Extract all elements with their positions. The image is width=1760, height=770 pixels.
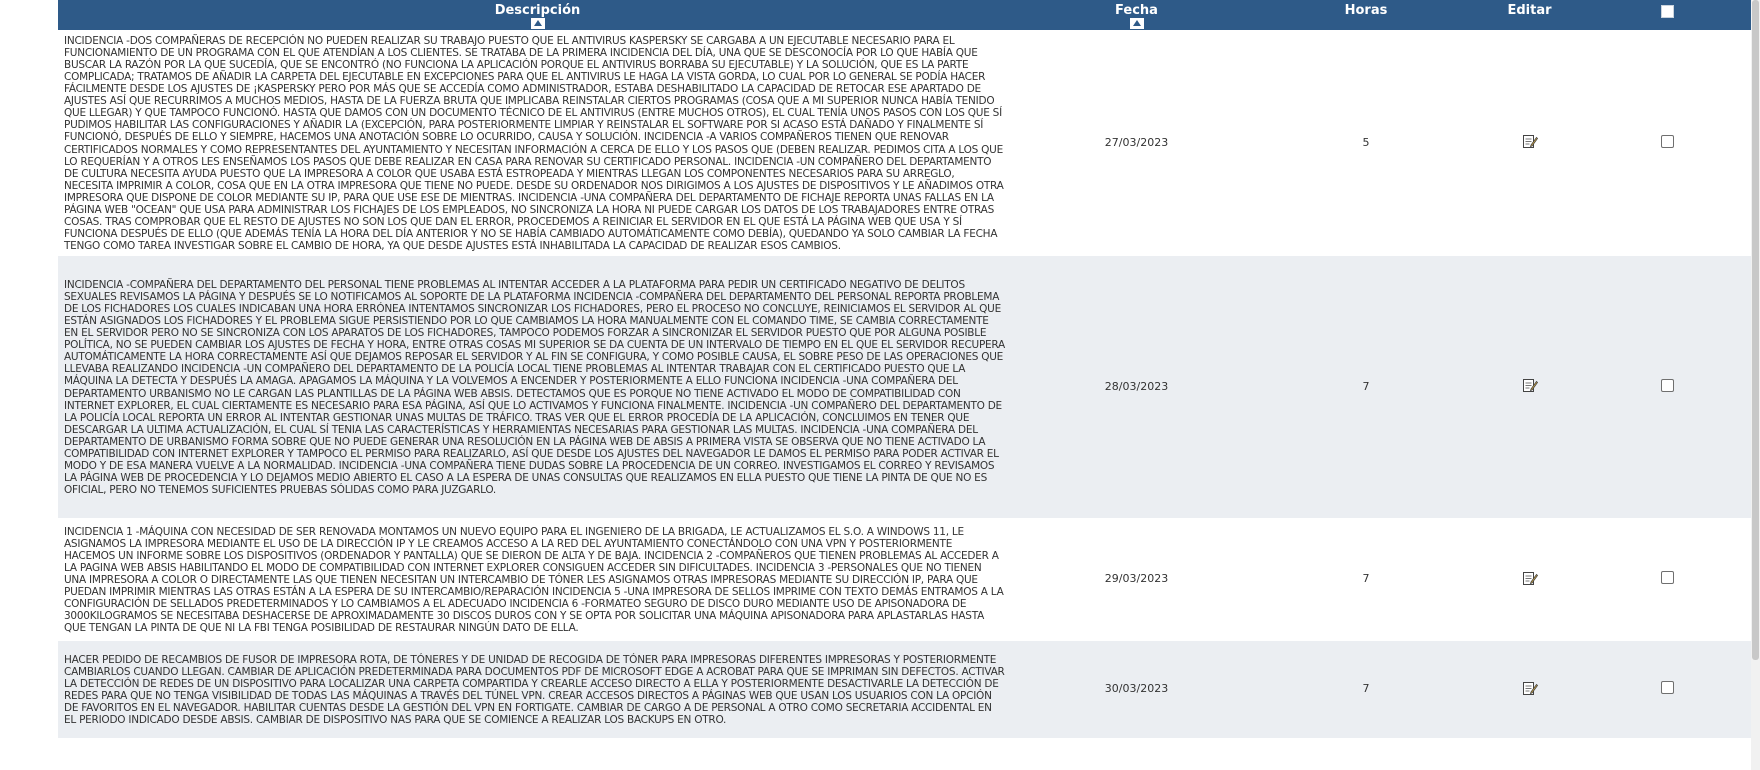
header-hours-label: Horas [1344, 3, 1388, 18]
row-select-cell [1583, 518, 1751, 641]
edit-note-icon[interactable] [1522, 680, 1538, 696]
row-description: Incidencia 1 -Máquina con necesidad de s… [58, 518, 1017, 641]
row-hours: 5 [1256, 30, 1476, 256]
header-date-label: Fecha [1115, 3, 1158, 18]
row-hours: 7 [1256, 518, 1476, 641]
row-date: 28/03/2023 [1017, 256, 1256, 518]
row-edit-cell [1476, 518, 1583, 641]
header-date[interactable]: Fecha [1017, 0, 1256, 30]
row-checkbox[interactable] [1660, 134, 1674, 148]
row-description: Incidencia -Dos compañeras de recepción … [58, 30, 1017, 256]
row-hours: 7 [1256, 641, 1476, 738]
edit-note-icon[interactable] [1522, 570, 1538, 586]
vertical-scrollbar[interactable] [1751, 0, 1760, 770]
table-header-row: Descripción Fecha Horas Editar [58, 0, 1751, 30]
row-date: 30/03/2023 [1017, 641, 1256, 738]
sort-asc-icon[interactable] [1129, 18, 1144, 29]
row-edit-cell [1476, 256, 1583, 518]
records-table: Descripción Fecha Horas Editar INCIDENCI… [58, 0, 1751, 738]
row-checkbox[interactable] [1660, 571, 1674, 585]
row-checkbox[interactable] [1660, 681, 1674, 695]
row-select-cell [1583, 641, 1751, 738]
edit-note-icon[interactable] [1522, 133, 1538, 149]
row-select-cell [1583, 30, 1751, 256]
header-edit: Editar [1476, 0, 1583, 30]
row-description: Incidencia -Compañera del departamento d… [58, 256, 1017, 518]
row-date: 29/03/2023 [1017, 518, 1256, 641]
table-row: Incidencia 1 -Máquina con necesidad de s… [58, 518, 1751, 641]
table-row: Hacer pedido de recambios de fusor de im… [58, 641, 1751, 738]
row-description: Hacer pedido de recambios de fusor de im… [58, 641, 1017, 738]
row-select-cell [1583, 256, 1751, 518]
select-all-checkbox[interactable] [1660, 5, 1674, 18]
header-description[interactable]: Descripción [58, 0, 1017, 30]
header-description-label: Descripción [494, 3, 581, 18]
header-edit-label: Editar [1507, 3, 1552, 18]
row-edit-cell [1476, 30, 1583, 256]
edit-note-icon[interactable] [1522, 377, 1538, 393]
table-row: Incidencia -Dos compañeras de recepción … [58, 30, 1751, 256]
header-select-all[interactable] [1583, 0, 1751, 30]
table-row: Incidencia -Compañera del departamento d… [58, 256, 1751, 518]
sort-asc-icon[interactable] [530, 18, 545, 29]
row-checkbox[interactable] [1660, 378, 1674, 392]
row-edit-cell [1476, 641, 1583, 738]
row-date: 27/03/2023 [1017, 30, 1256, 256]
row-hours: 7 [1256, 256, 1476, 518]
scrollbar-thumb[interactable] [1752, 0, 1759, 660]
records-table-container: Descripción Fecha Horas Editar INCIDENCI… [58, 0, 1751, 738]
header-hours[interactable]: Horas [1256, 0, 1476, 30]
